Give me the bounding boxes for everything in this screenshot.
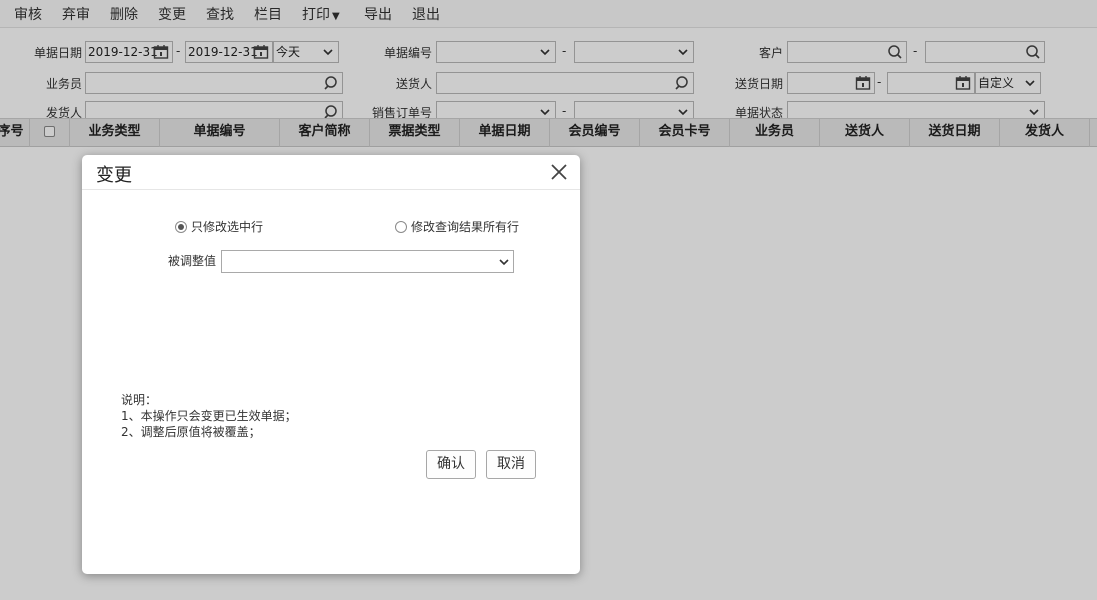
dialog-title: 变更 <box>96 165 132 186</box>
confirm-button[interactable]: 确认 <box>426 450 476 479</box>
radio-selected-rows[interactable]: 只修改选中行 <box>175 218 263 235</box>
radio-all-rows[interactable]: 修改查询结果所有行 <box>395 218 519 235</box>
note-line-1: 1、本操作只会变更已生效单据； <box>121 409 297 423</box>
adjust-value-label: 被调整值 <box>168 254 217 268</box>
close-icon[interactable] <box>550 163 568 181</box>
dialog-divider <box>82 189 580 190</box>
note-line-2: 2、调整后原值将被覆盖； <box>121 425 261 439</box>
radio-selected-rows-dot[interactable] <box>175 220 187 233</box>
radio-all-rows-dot[interactable] <box>395 220 407 233</box>
radio-all-rows-label: 修改查询结果所有行 <box>411 220 520 234</box>
chevron-down-icon <box>499 259 509 266</box>
adjust-value-select[interactable] <box>221 250 514 273</box>
note-heading: 说明： <box>121 393 158 407</box>
cancel-button[interactable]: 取消 <box>486 450 536 479</box>
change-dialog: 变更 只修改选中行 修改查询结果所有行 被调整值 说明： 1、本操作只会变更已生… <box>82 155 580 574</box>
radio-selected-rows-label: 只修改选中行 <box>191 220 264 234</box>
